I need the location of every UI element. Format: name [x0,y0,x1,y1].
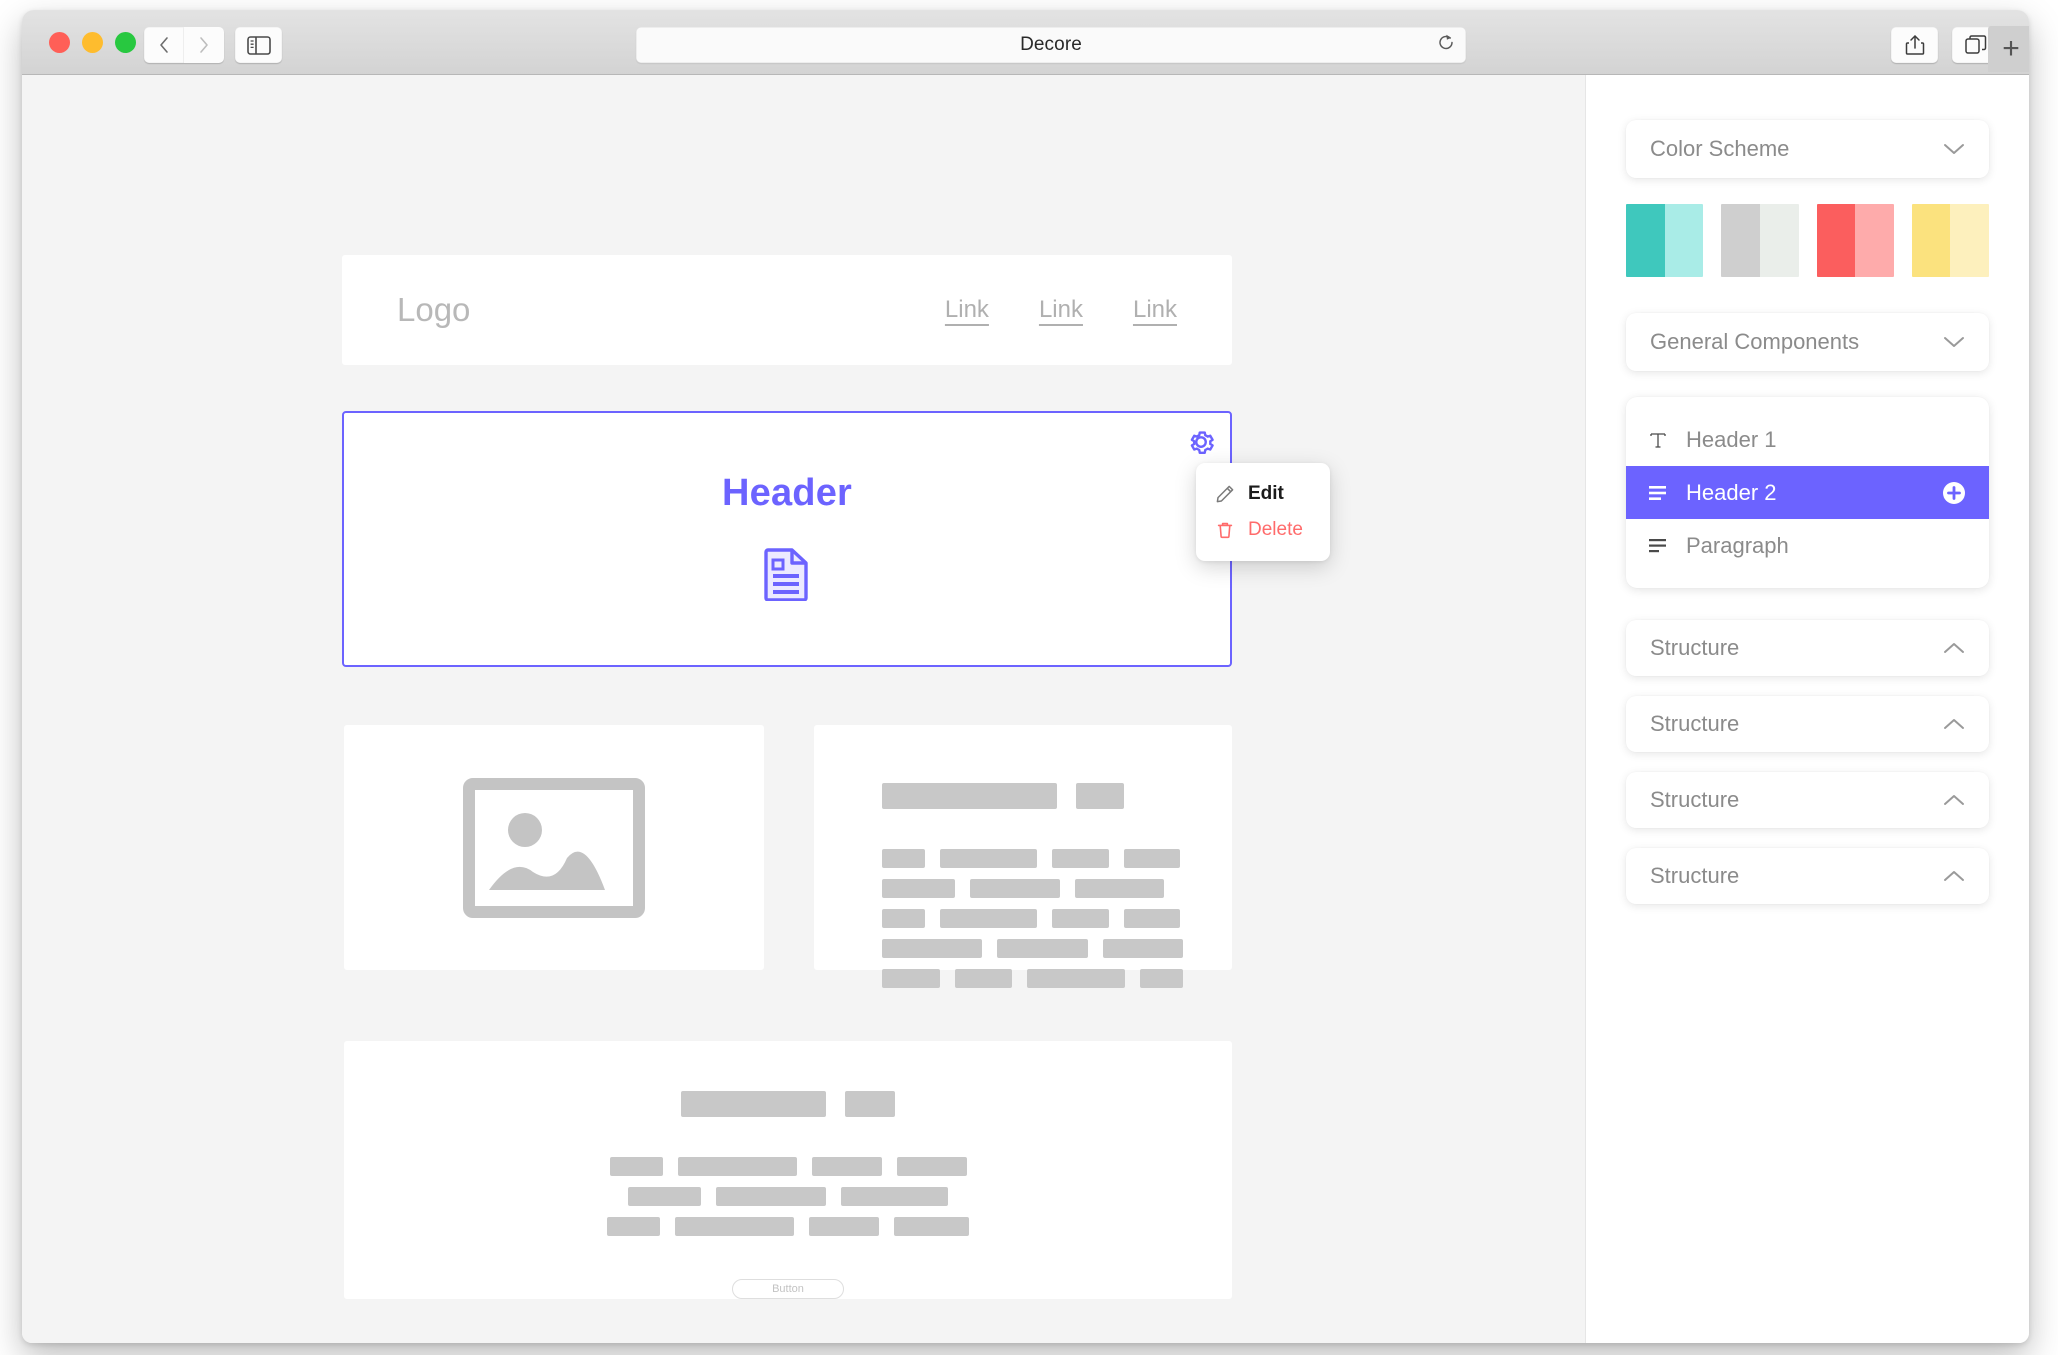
lines-paragraph-icon [1648,537,1686,555]
text-skeleton-line [882,939,1232,958]
component-label: Header 2 [1686,479,1777,505]
new-tab-button[interactable]: + [1988,26,2029,72]
canvas-cta-card[interactable]: Button [344,1041,1232,1299]
structure-label: Structure [1650,787,1740,812]
component-item-header-1[interactable]: Header 1 [1626,413,1989,466]
traffic-lights [49,32,136,53]
chevron-up-icon [1944,871,1964,881]
reload-icon [1439,34,1453,50]
document-icon [764,547,810,606]
design-canvas[interactable]: Logo Link Link Link Header Edit Delete B… [22,75,1585,1343]
close-window-button[interactable] [49,32,70,53]
sidebar-toggle-icon [246,35,271,55]
chevron-up-icon [1944,643,1964,653]
browser-window: Decore + Logo Link Link Link Header Edit… [22,10,2029,1343]
structure-label: Structure [1650,711,1740,736]
block-settings-button[interactable] [1184,425,1218,459]
logo-text: Logo [397,291,471,328]
context-menu-item-edit[interactable]: Edit [1196,476,1330,512]
component-label: Header 1 [1686,426,1777,452]
general-components-label: General Components [1650,329,1860,354]
chevron-right-icon [200,37,208,53]
nav-link-2[interactable]: Link [1039,296,1083,324]
sidebar-toggle-button[interactable] [235,27,282,63]
lines-header-icon [1648,484,1686,502]
cta-skeleton-line [628,1187,948,1206]
add-component-button[interactable] [1941,480,1967,506]
general-components-dropdown[interactable]: General Components [1626,313,1989,371]
color-swatch[interactable] [1911,204,1989,277]
text-skeleton-line [882,849,1232,868]
text-skeleton-title [882,783,1232,809]
reload-button[interactable] [1436,33,1456,58]
color-swatch-row [1626,204,1989,277]
nav-links: Link Link Link [945,296,1177,324]
cta-skeleton-line [607,1217,969,1236]
page-title: Decore [1020,34,1082,55]
chevron-down-icon [1944,337,1964,347]
gear-icon [1190,431,1214,454]
forward-button[interactable] [184,27,224,63]
content-area: Logo Link Link Link Header Edit Delete B… [22,75,2029,1343]
component-item-header-2[interactable]: Header 2 [1626,466,1989,519]
cta-skeleton-title [681,1091,895,1117]
chevron-left-icon [160,37,168,53]
text-skeleton-line [882,909,1232,928]
share-button[interactable] [1891,27,1938,63]
back-button[interactable] [144,27,184,63]
chevron-down-icon [1944,144,1964,154]
chevron-up-icon [1944,719,1964,729]
structure-label: Structure [1650,863,1740,888]
structure-item-2[interactable]: Structure [1626,696,1989,752]
nav-link-1[interactable]: Link [945,296,989,324]
color-scheme-dropdown[interactable]: Color Scheme [1626,120,1989,178]
plus-circle-icon [1943,481,1965,504]
titlebar: Decore + [22,10,2029,75]
component-label: Paragraph [1686,532,1789,558]
color-swatch[interactable] [1816,204,1894,277]
maximize-window-button[interactable] [115,32,136,53]
nav-link-3[interactable]: Link [1133,296,1177,324]
text-skeleton-line [882,969,1232,988]
canvas-header-block[interactable]: Header [342,411,1232,667]
color-swatch[interactable] [1626,204,1704,277]
text-t-icon [1648,430,1686,450]
pencil-icon [1216,485,1234,503]
share-icon [1905,35,1924,55]
canvas-text-card[interactable] [814,725,1232,988]
cta-button[interactable]: Button [732,1279,844,1299]
context-menu-label-edit: Edit [1248,483,1284,504]
structure-item-4[interactable]: Structure [1626,848,1989,904]
image-placeholder-icon [463,777,645,918]
context-menu-item-delete[interactable]: Delete [1196,512,1330,548]
inspector-sidebar: Color Scheme General Components Header 1… [1585,75,2029,1343]
color-scheme-label: Color Scheme [1650,136,1790,161]
header-block-title: Header [721,472,853,514]
structure-item-1[interactable]: Structure [1626,620,1989,676]
structure-label: Structure [1650,635,1740,660]
component-item-paragraph[interactable]: Paragraph [1626,519,1989,572]
color-swatch[interactable] [1721,204,1799,277]
canvas-nav-block[interactable]: Logo Link Link Link [342,255,1232,365]
text-skeleton-line [882,879,1232,898]
components-list: Header 1 Header 2 Paragraph [1626,397,1989,588]
context-menu-label-delete: Delete [1248,519,1303,540]
cta-skeleton-line [609,1157,967,1176]
structure-item-3[interactable]: Structure [1626,772,1989,828]
minimize-window-button[interactable] [82,32,103,53]
block-context-menu[interactable]: Edit Delete [1196,463,1330,561]
chevron-up-icon [1944,795,1964,805]
trash-icon [1217,522,1233,539]
canvas-image-card[interactable] [344,725,764,970]
address-bar[interactable]: Decore [636,27,1466,63]
tab-overview-icon [1964,35,1986,54]
